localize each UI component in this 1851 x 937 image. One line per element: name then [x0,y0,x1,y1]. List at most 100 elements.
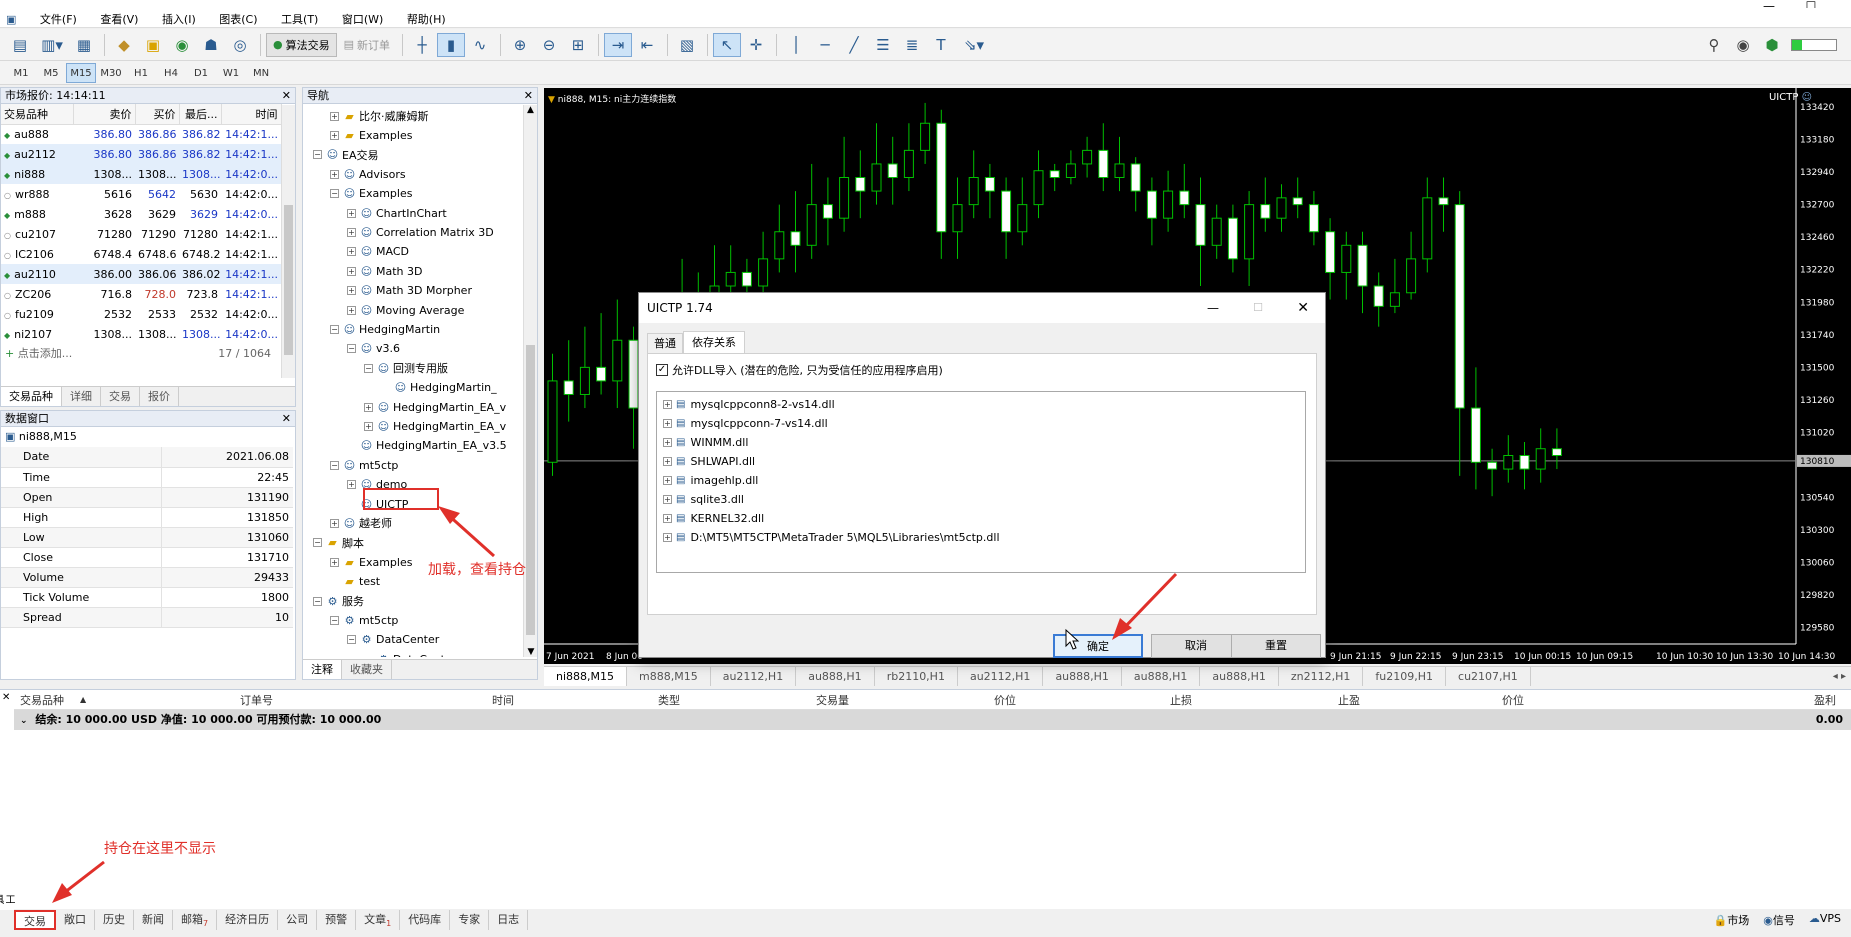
strategy-tester-icon[interactable]: ◎ [226,33,254,57]
tab-calendar[interactable]: 经济日历 [217,910,279,930]
column-header[interactable]: 价位 [994,692,1016,708]
chart-tab[interactable]: au888,H1 [796,667,875,686]
timeframe-h1[interactable]: H1 [126,63,156,83]
expand-toggle-icon[interactable]: + [330,557,339,567]
allow-dll-checkbox[interactable]: ✓ [656,364,668,376]
tab-trade[interactable]: 交易 [14,910,56,930]
close-icon[interactable]: ✕ [282,88,291,104]
navigator-item[interactable]: − ☺ 回测专用版 [364,360,448,376]
column-header[interactable]: 类型 [658,692,680,708]
navigator-item[interactable]: − ☺ HedgingMartin [330,321,440,337]
tile-windows-icon[interactable]: ⊞ [564,33,592,57]
tab-symbols[interactable]: 交易品种 [1,387,62,406]
scroll-down-icon[interactable]: ▼ [524,647,538,657]
table-row[interactable]: ○ IC2106 6748.4 6748.6 6748.2 14:42:1... [1,244,281,264]
level-icon[interactable]: ⬢ [1758,33,1786,57]
navigator-item[interactable]: +▰test [330,574,380,590]
column-header[interactable]: 止盈 [1338,692,1360,708]
close-icon[interactable]: ✕ [282,411,291,427]
crosshair-icon[interactable]: ✛ [742,33,770,57]
expand-toggle-icon[interactable]: + [663,476,672,485]
navigator-item[interactable]: + ☺ HedgingMartin_EA_v [364,399,506,415]
navigator-item[interactable]: + ☺ ChartInChart [347,205,447,221]
navigator-item[interactable]: − ☺ EA交易 [313,147,378,163]
collapse-toggle-icon[interactable]: − [330,460,339,470]
chart-tab[interactable]: zn2112,H1 [1279,667,1364,686]
dll-item[interactable]: + ▤ mysqlcppconn-7-vs14.dll [663,414,1305,433]
tab-mailbox[interactable]: 邮箱7 [173,910,218,930]
tab-trading[interactable]: 交易 [101,387,140,406]
collapse-toggle-icon[interactable]: − [313,150,322,160]
profiles-icon[interactable]: ▥▾ [35,33,69,57]
expand-toggle-icon[interactable]: + [663,419,672,428]
dll-item[interactable]: + ▤ mysqlcppconn8-2-vs14.dll [663,395,1305,414]
table-row[interactable]: ◆ au888 386.80 386.86 386.82 14:42:1... [1,124,281,144]
table-row[interactable]: ◆ ni888 1308... 1308... 1308... 14:42:0... [1,164,281,184]
tab-experts[interactable]: 专家 [450,910,490,930]
expand-toggle-icon[interactable]: + [330,518,339,528]
navigator-item[interactable]: + ☺ MACD [347,244,409,260]
menu-file[interactable]: 文件(F) [30,8,87,27]
scroll-up-icon[interactable]: ▲ [524,105,537,115]
cursor-icon[interactable]: ↖ [713,32,742,57]
search-icon[interactable]: ⚲ [1700,33,1728,57]
table-row[interactable]: ○ cu2107 71280 71290 71280 14:42:1... [1,224,281,244]
navigator-item[interactable]: + ☺ Math 3D [347,263,422,279]
tab-ticks[interactable]: 报价 [140,387,179,406]
auto-scroll-icon[interactable]: ⇥ [604,32,633,57]
chart-tab[interactable]: au888,H1 [1200,667,1279,686]
menu-chart[interactable]: 图表(C) [209,8,267,27]
tab-news[interactable]: 新闻 [134,910,173,930]
expand-toggle-icon[interactable]: + [663,495,672,504]
column-header[interactable]: 价位 [1502,692,1524,708]
column-header[interactable]: 交易量 [816,692,849,708]
chart-tab[interactable]: au2112,H1 [711,667,797,686]
market-watch-scrollbar[interactable] [281,105,295,378]
table-row[interactable]: ◆ m888 3628 3629 3629 14:42:0... [1,204,281,224]
tab-common[interactable]: 注释 [303,660,342,679]
app-menu-icon[interactable]: ▣ [0,10,26,26]
vertical-line-icon[interactable]: │ [782,33,810,57]
algo-trading-button[interactable]: ● 算法交易 [266,32,337,57]
reset-button[interactable]: 重置 [1231,634,1321,658]
chart-tab[interactable]: m888,M15 [627,667,711,686]
navigator-item[interactable]: +⚙DataCenter [364,651,457,657]
expand-toggle-icon[interactable]: + [663,400,672,409]
navigator-item[interactable]: − ⚙ DataCenter [347,632,439,648]
column-header[interactable]: 最后... [179,104,222,124]
column-header[interactable]: 止损 [1170,692,1192,708]
menu-insert[interactable]: 插入(I) [152,8,206,27]
table-row[interactable]: ○ ZC206 716.8 728.0 723.8 14:42:1... [1,284,281,304]
dll-item[interactable]: + ▤ imagehlp.dll [663,471,1305,490]
chart-tab[interactable]: au888,H1 [1043,667,1122,686]
chart-tab[interactable]: fu2109,H1 [1363,667,1447,686]
collapse-toggle-icon[interactable]: − [330,615,339,625]
chart-tab[interactable]: au888,H1 [1122,667,1201,686]
market-watch-add-row[interactable]: + 点击添加... 17 / 1064 [1,344,295,364]
column-header[interactable]: 时间 [221,104,282,124]
column-header[interactable]: 盈利 [1814,692,1836,708]
expand-toggle-icon[interactable]: + [347,208,356,218]
table-row[interactable]: ◆ ni2107 1308... 1308... 1308... 14:42:0... [1,324,281,344]
expand-toggle-icon[interactable]: + [330,111,339,121]
navigator-item[interactable]: − ⚙ 服务 [313,593,364,609]
navigator-item[interactable]: − ☺ Examples [330,186,412,202]
column-header[interactable]: 时间 [492,692,514,708]
navigator-item[interactable]: + ☺ HedgingMartin_EA_v [364,418,506,434]
collapse-toggle-icon[interactable]: − [330,324,339,334]
close-icon[interactable]: ✕ [524,88,533,104]
expand-toggle-icon[interactable]: + [663,533,672,542]
menu-tools[interactable]: 工具(T) [271,8,328,27]
navigator-item[interactable]: + ☺ Correlation Matrix 3D [347,224,494,240]
tab-journal[interactable]: 日志 [489,910,529,930]
menu-help[interactable]: 帮助(H) [397,8,456,27]
collapse-toggle-icon[interactable]: − [313,538,322,548]
expand-toggle-icon[interactable]: + [347,227,356,237]
scrollbar-thumb[interactable] [526,345,535,635]
timeframe-w1[interactable]: W1 [216,63,246,83]
table-row[interactable]: ◆ au2110 386.00 386.06 386.02 14:42:1... [1,264,281,284]
indicators-icon[interactable]: ▧ [673,33,701,57]
collapse-toggle-icon[interactable]: − [330,189,339,199]
menu-view[interactable]: 查看(V) [90,8,148,27]
line-chart-icon[interactable]: ∿ [466,33,494,57]
